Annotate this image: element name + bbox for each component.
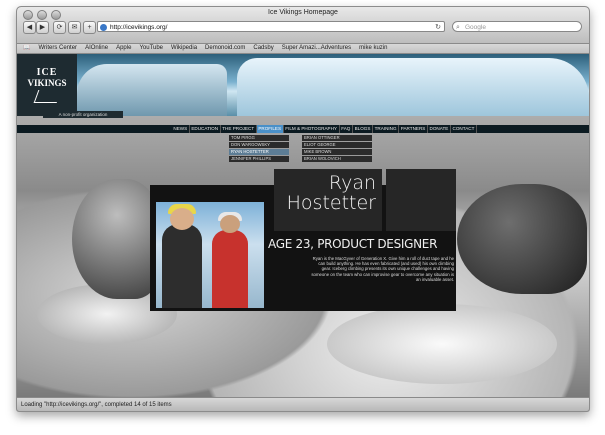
window-title: Ice Vikings Homepage xyxy=(268,9,338,16)
nav-contact[interactable]: CONTACT xyxy=(451,125,477,133)
profile-feature: Ryan Hostetter AGE 23, PRODUCT DESIGNER … xyxy=(150,169,456,311)
rock-decoration xyxy=(72,179,162,299)
nav-the-project[interactable]: THE PROJECT xyxy=(221,125,257,133)
mountain-icon xyxy=(33,90,61,103)
iceberg-decoration xyxy=(77,64,227,116)
nav-partners[interactable]: PARTNERS xyxy=(399,125,428,133)
submenu-item[interactable]: DON WARGOWSKY xyxy=(229,142,289,148)
submenu-item[interactable]: MIKE BROWN xyxy=(302,149,372,155)
profile-first-name: Ryan xyxy=(328,172,376,194)
climber-figure xyxy=(162,204,202,308)
nav-profiles[interactable]: PROFILES xyxy=(256,125,284,133)
reload-button[interactable]: ⟳ xyxy=(53,21,66,34)
profile-bio: Ryan is the MacGyver of Generation X. Gi… xyxy=(311,256,454,282)
browser-window: Ice Vikings Homepage ◀ ▶ ⟳ ✉ + http://ic… xyxy=(16,6,590,412)
bookmark-item[interactable]: Writers Center xyxy=(38,44,77,53)
favicon-icon xyxy=(100,24,107,31)
add-bookmark-button[interactable]: + xyxy=(83,21,96,34)
address-text: http://icevikings.org/ xyxy=(110,24,168,31)
bookmarks-icon[interactable]: 📖 xyxy=(23,44,30,53)
bookmark-item[interactable]: Wikipedia xyxy=(171,44,197,53)
ice-decoration xyxy=(327,304,557,384)
submenu-item[interactable]: JENNIFER PHILLIPS xyxy=(229,156,289,162)
address-bar[interactable]: http://icevikings.org/ ↻ xyxy=(97,21,445,32)
site-tagline: A non-profit organization xyxy=(43,111,123,118)
bookmark-item[interactable]: AIOnline xyxy=(85,44,108,53)
status-bar: Loading "http://icevikings.org/", comple… xyxy=(17,397,589,411)
submenu-item[interactable]: ELIOT GEORGE xyxy=(302,142,372,148)
profile-role: AGE 23, PRODUCT DESIGNER xyxy=(268,237,438,251)
name-panel: Ryan Hostetter xyxy=(274,169,382,231)
logo-text-top: ICE xyxy=(36,67,58,78)
site-header: ICE VIKINGS xyxy=(17,54,589,116)
search-placeholder: Google xyxy=(465,24,486,31)
back-icon: ◀ xyxy=(26,24,33,31)
profile-last-name: Hostetter xyxy=(286,192,376,214)
nav-training[interactable]: TRAINING xyxy=(373,125,400,133)
profile-photo xyxy=(156,202,264,308)
bookmark-icon: ✉ xyxy=(71,24,78,31)
submenu-item-active[interactable]: RYAN HOSTETTER xyxy=(229,149,289,155)
bookmark-button[interactable]: ✉ xyxy=(68,21,81,34)
nav-faq[interactable]: FAQ xyxy=(340,125,353,133)
bookmark-item[interactable]: mike kuzin xyxy=(359,44,387,53)
bookmark-item[interactable]: Super Amazi...Adventures xyxy=(282,44,351,53)
nav-blogs[interactable]: BLOGS xyxy=(353,125,374,133)
bookmark-item[interactable]: YouTube xyxy=(139,44,163,53)
reload-icon: ⟳ xyxy=(56,24,63,31)
logo-text-bottom: VIKINGS xyxy=(27,78,67,88)
main-nav: NEWS EDUCATION THE PROJECT PROFILES FILM… xyxy=(17,125,589,133)
side-panel xyxy=(386,169,456,231)
nav-film-photography[interactable]: FILM & PHOTOGRAPHY xyxy=(284,125,340,133)
nav-education[interactable]: EDUCATION xyxy=(190,125,221,133)
bookmarks-bar: 📖 Writers Center AIOnline Apple YouTube … xyxy=(17,44,589,54)
submenu-item[interactable]: BRIAN WOLOVICH xyxy=(302,156,372,162)
bookmark-item[interactable]: Apple xyxy=(116,44,131,53)
nav-donate[interactable]: DONATE xyxy=(428,125,451,133)
search-icon: ⌕ xyxy=(456,24,460,31)
page-content: ICE VIKINGS A non-profit organization NE… xyxy=(17,54,589,397)
submenu-item[interactable]: TOM PIRGG xyxy=(229,135,289,141)
search-field[interactable]: ⌕ Google xyxy=(452,21,582,32)
bookmark-item[interactable]: Demonoid.com xyxy=(205,44,245,53)
iceberg-decoration xyxy=(237,58,589,116)
title-bar: Ice Vikings Homepage ◀ ▶ ⟳ ✉ + http://ic… xyxy=(17,7,589,44)
climber-figure xyxy=(212,212,248,308)
submenu-item[interactable]: BRIAN OTTINGER xyxy=(302,135,372,141)
bookmark-item[interactable]: Cadsby xyxy=(253,44,273,53)
rock-decoration xyxy=(457,184,587,294)
forward-icon: ▶ xyxy=(39,24,46,31)
nav-news[interactable]: NEWS xyxy=(172,125,190,133)
back-button[interactable]: ◀ xyxy=(23,21,36,34)
plus-icon: + xyxy=(87,24,92,31)
refresh-icon[interactable]: ↻ xyxy=(435,22,441,33)
toolbar: ◀ ▶ ⟳ ✉ + http://icevikings.org/ ↻ ⌕ Goo… xyxy=(17,20,589,38)
site-logo[interactable]: ICE VIKINGS xyxy=(17,54,77,116)
forward-button[interactable]: ▶ xyxy=(36,21,49,34)
